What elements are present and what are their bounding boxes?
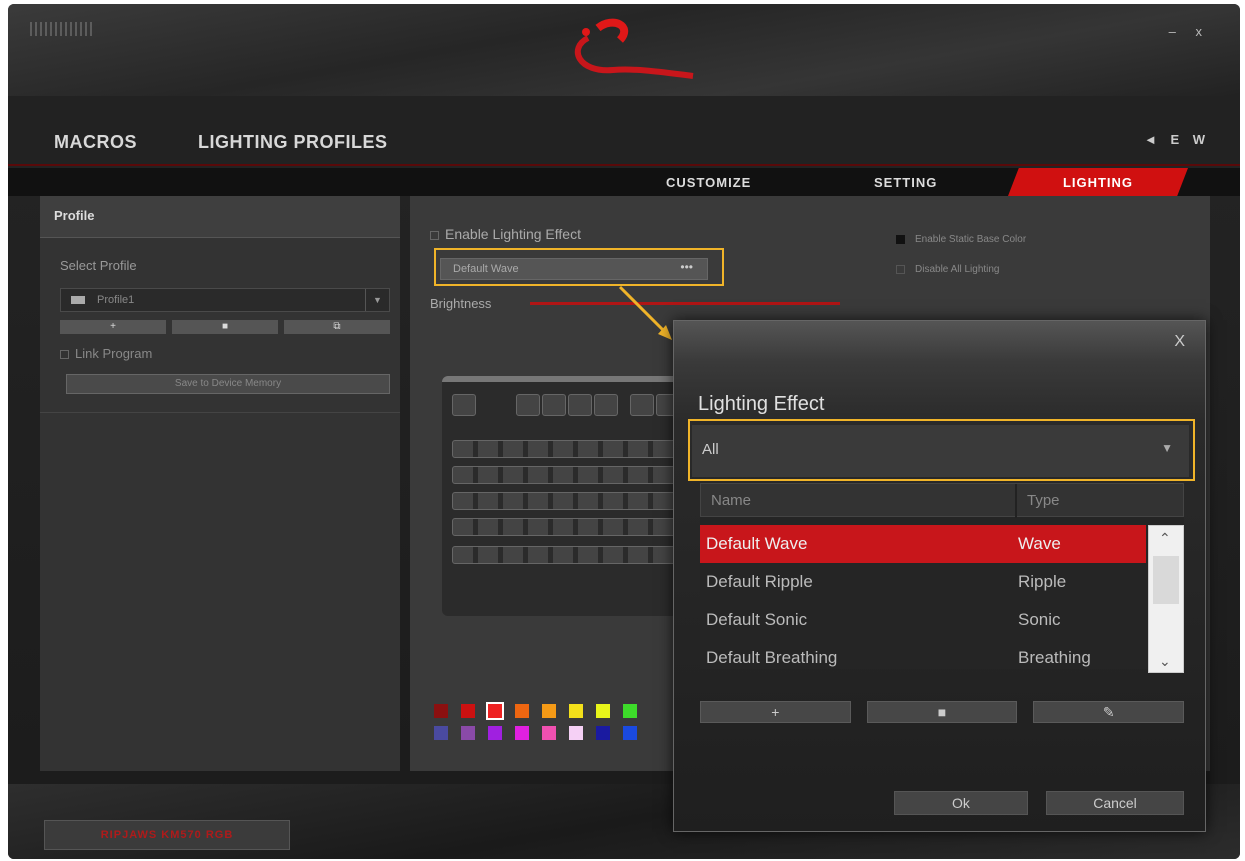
color-swatch[interactable]: [515, 726, 529, 740]
color-swatch[interactable]: [488, 726, 502, 740]
column-type[interactable]: Type: [1027, 492, 1060, 509]
cancel-button[interactable]: Cancel: [1046, 791, 1184, 815]
edit-effect-button[interactable]: ✎: [1033, 701, 1185, 723]
effect-actions: + ■ ✎: [700, 701, 1185, 723]
key[interactable]: [630, 394, 654, 416]
effect-name: Default Breathing: [706, 648, 838, 667]
key[interactable]: [452, 394, 476, 416]
effect-name: Default Wave: [706, 534, 808, 553]
table-row[interactable]: Default Sonic Sonic: [700, 601, 1146, 639]
key-row[interactable]: [452, 546, 692, 564]
color-swatch[interactable]: [596, 726, 610, 740]
lighting-effect-dialog: X Lighting Effect All ▼ Name Type Defaul…: [673, 320, 1206, 832]
scroll-thumb[interactable]: [1153, 556, 1179, 604]
color-swatch[interactable]: [461, 704, 475, 718]
effect-type: Breathing: [1018, 648, 1091, 667]
delete-effect-button[interactable]: ■: [866, 701, 1018, 723]
tab-setting[interactable]: SETTING: [874, 175, 937, 190]
table-rows: Default Wave Wave Default Ripple Ripple Defa…: [700, 525, 1146, 677]
tab-lighting[interactable]: LIGHTING: [1008, 168, 1188, 196]
keyboard-preview[interactable]: [442, 376, 702, 616]
color-swatch[interactable]: [434, 726, 448, 740]
key[interactable]: [516, 394, 540, 416]
effects-table: Name Type Default Wave Wave Default Ripple…: [700, 483, 1184, 673]
color-swatch[interactable]: [542, 704, 556, 718]
color-palette: [434, 702, 641, 740]
color-swatch[interactable]: [486, 702, 504, 720]
key[interactable]: [594, 394, 618, 416]
key-row[interactable]: [452, 492, 692, 510]
key[interactable]: [542, 394, 566, 416]
table-row[interactable]: Default Wave Wave: [700, 525, 1146, 563]
key-row[interactable]: [452, 518, 692, 536]
table-header: Name Type: [700, 483, 1184, 518]
enable-static-base-checkbox[interactable]: Enable Static Base Color: [896, 234, 1026, 245]
effect-type: Sonic: [1018, 610, 1061, 629]
effect-name: Default Ripple: [706, 572, 813, 591]
effect-type: Ripple: [1018, 572, 1067, 591]
enable-static-base-label: Enable Static Base Color: [915, 234, 1027, 245]
add-effect-button[interactable]: +: [700, 701, 851, 723]
effect-type: Wave: [1018, 534, 1061, 553]
callout-arrow: [618, 285, 672, 340]
color-swatch[interactable]: [434, 704, 448, 718]
table-row[interactable]: Default Breathing Breathing: [700, 639, 1146, 677]
disable-all-lighting-checkbox[interactable]: Disable All Lighting: [896, 264, 1000, 275]
checkbox-icon: [896, 264, 905, 274]
checkbox-icon: [896, 234, 905, 244]
disable-all-lighting-label: Disable All Lighting: [915, 264, 1000, 275]
chevron-down-icon[interactable]: ⌄: [1159, 653, 1171, 670]
color-swatch[interactable]: [623, 726, 637, 740]
chevron-up-icon[interactable]: ⌃: [1159, 530, 1171, 547]
language-selector[interactable]: ◄ E W: [1144, 132, 1210, 147]
dialog-title: Lighting Effect: [698, 393, 825, 415]
divider: [40, 412, 400, 413]
effect-name: Default Sonic: [706, 610, 808, 629]
color-swatch[interactable]: [542, 726, 556, 740]
window-controls[interactable]: – x: [1169, 24, 1210, 39]
color-swatch[interactable]: [569, 704, 583, 718]
save-to-device-button[interactable]: Save to Device Memory: [66, 374, 390, 394]
key-row[interactable]: [452, 440, 692, 458]
ok-button[interactable]: Ok: [894, 791, 1028, 815]
highlight-box: [688, 419, 1195, 481]
table-scrollbar[interactable]: ⌃ ⌄: [1148, 525, 1184, 673]
key-row[interactable]: [452, 466, 692, 484]
close-icon[interactable]: X: [1174, 333, 1185, 351]
color-swatch[interactable]: [515, 704, 529, 718]
color-swatch[interactable]: [569, 726, 583, 740]
column-divider: [1015, 484, 1017, 518]
color-swatch[interactable]: [461, 726, 475, 740]
color-swatch[interactable]: [596, 704, 610, 718]
column-name[interactable]: Name: [711, 492, 751, 509]
key[interactable]: [568, 394, 592, 416]
color-swatch[interactable]: [623, 704, 637, 718]
product-name: RIPJAWS KM570 RGB: [44, 820, 290, 850]
table-row[interactable]: Default Ripple Ripple: [700, 563, 1146, 601]
